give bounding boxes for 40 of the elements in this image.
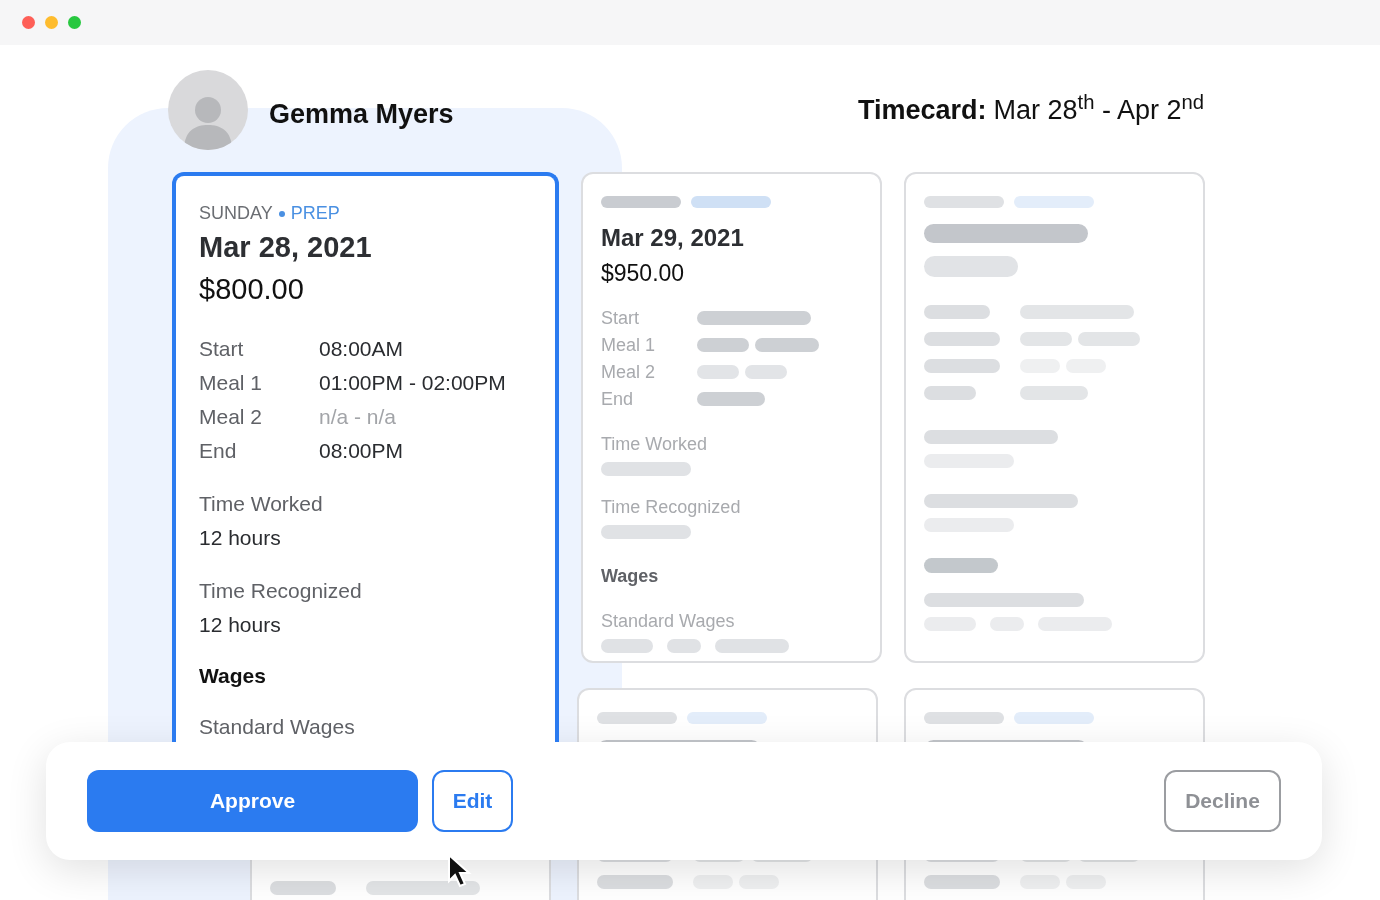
row-value: 08:00AM [319, 336, 404, 362]
row-value: 01:00PM - 02:00PM [319, 370, 506, 396]
employee-name: Gemma Myers [269, 97, 454, 131]
row-value: 08:00PM [319, 438, 404, 464]
timecard-range: Mar 28$^{th}$ - Apr 2$^{nd}$ [993, 90, 1204, 127]
row-label: Meal 1 [601, 333, 657, 357]
section-label: Time Worked [601, 432, 708, 456]
row-label: End [199, 438, 238, 464]
wages-heading: Wages [199, 663, 266, 689]
section-label: Time Recognized [199, 578, 362, 604]
dot-separator-icon [278, 210, 285, 217]
card-date: Mar 28, 2021 [199, 230, 372, 265]
row-label: Meal 2 [199, 404, 264, 430]
wages-label: Standard Wages [199, 714, 355, 740]
row-label: Meal 1 [199, 370, 264, 396]
edit-button[interactable]: Edit [432, 770, 513, 832]
card-date: Mar 29, 2021 [601, 223, 744, 253]
timecard-label: Timecard: [857, 94, 987, 127]
row-label: Meal 2 [601, 360, 657, 384]
section-value: 12 hours [199, 612, 281, 638]
timecard-day-card[interactable]: Mar 29, 2021 $950.00 Start Meal 1 Meal 2 End Time Worked Time Recognized Wages Standard Wages [581, 172, 882, 663]
section-label: Time Recognized [601, 495, 741, 519]
decline-button[interactable]: Decline [1164, 770, 1281, 832]
timecard-day-card[interactable]: SUNDAY PREP Mar 28, 2021 $800.00 Start 08:00AM Meal 1 01:00PM - 02:00PM Meal 2 n/a - n/a End 08:00PM Time Worked 12 hours Time Recognized 12 hours Wages Standard Wages [172, 172, 559, 742]
wages-label: Standard Wages [601, 609, 735, 633]
card-amount: $950.00 [601, 259, 685, 288]
row-label: Start [199, 336, 245, 362]
close-icon[interactable] [22, 16, 35, 29]
row-label: Start [601, 306, 640, 330]
wages-heading: Wages [601, 564, 659, 588]
minimize-icon[interactable] [45, 16, 58, 29]
section-label: Time Worked [199, 491, 323, 517]
section-value: 12 hours [199, 525, 281, 551]
category-tag: PREP [290, 200, 340, 227]
card-amount: $800.00 [199, 272, 304, 307]
approve-button[interactable]: Approve [87, 770, 418, 832]
zoom-icon[interactable] [68, 16, 81, 29]
row-label: End [601, 387, 635, 411]
day-label: SUNDAY [199, 202, 273, 225]
row-value: n/a - n/a [319, 404, 397, 430]
